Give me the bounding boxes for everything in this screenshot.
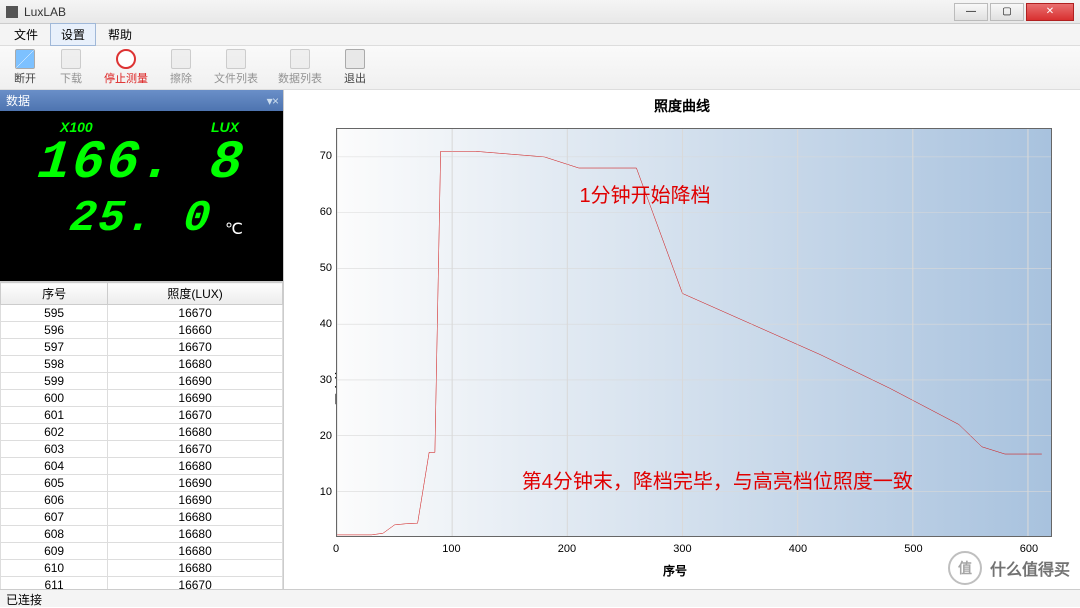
- table-row[interactable]: 61016680: [1, 560, 283, 577]
- panel-grip-icon[interactable]: ▾ ×: [267, 94, 277, 108]
- table-row[interactable]: 59816680: [1, 356, 283, 373]
- table-row[interactable]: 60816680: [1, 526, 283, 543]
- y-tick: 10: [308, 486, 332, 498]
- table-row[interactable]: 60016690: [1, 390, 283, 407]
- y-tick: 20: [308, 430, 332, 442]
- temp-value: 25. 0: [68, 197, 215, 241]
- table-row[interactable]: 60116670: [1, 407, 283, 424]
- title-bar: LuxLAB — ▢ ✕: [0, 0, 1080, 24]
- table-row[interactable]: 59516670: [1, 305, 283, 322]
- x-tick: 0: [333, 543, 339, 555]
- table-row[interactable]: 60616690: [1, 492, 283, 509]
- x-tick: 100: [442, 543, 460, 555]
- stop-measure-button[interactable]: 停止测量: [98, 47, 154, 88]
- watermark-icon: 值: [948, 551, 982, 585]
- x-tick: 500: [904, 543, 922, 555]
- app-icon: [6, 6, 18, 18]
- table-row[interactable]: 60216680: [1, 424, 283, 441]
- close-button[interactable]: ✕: [1026, 3, 1074, 21]
- main-area: 数据 ▾ × X100 LUX 166. 8 25. 0 ℃ 序号 照度(LUX…: [0, 90, 1080, 589]
- lux-value: 166. 8: [35, 137, 247, 191]
- table-row[interactable]: 60316670: [1, 441, 283, 458]
- x-axis-label: 序号: [663, 562, 687, 579]
- data-list-icon: [290, 49, 310, 69]
- download-icon: [61, 49, 81, 69]
- menu-file[interactable]: 文件: [4, 24, 48, 45]
- maximize-button[interactable]: ▢: [990, 3, 1024, 21]
- col-lux[interactable]: 照度(LUX): [108, 283, 283, 305]
- x-tick: 300: [673, 543, 691, 555]
- chart-title: 照度曲线: [284, 90, 1080, 118]
- watermark: 值 什么值得买: [948, 551, 1070, 585]
- chart-area[interactable]: 照度值(LUX) (10^3) 序号 1分钟开始降档 第4分钟末，降档完毕，与高…: [288, 122, 1062, 581]
- y-tick: 40: [308, 318, 332, 330]
- toolbar: 断开 下载 停止测量 擦除 文件列表 数据列表 退出: [0, 46, 1080, 90]
- download-button[interactable]: 下载: [52, 47, 90, 88]
- erase-button[interactable]: 擦除: [162, 47, 200, 88]
- table-row[interactable]: 59716670: [1, 339, 283, 356]
- y-tick: 50: [308, 262, 332, 274]
- watermark-text: 什么值得买: [990, 556, 1070, 580]
- annotation-2: 第4分钟末，降档完毕，与高亮档位照度一致: [522, 465, 913, 494]
- file-list-icon: [226, 49, 246, 69]
- plot-area[interactable]: 1分钟开始降档 第4分钟末，降档完毕，与高亮档位照度一致: [336, 128, 1052, 537]
- y-tick: 70: [308, 150, 332, 162]
- col-index[interactable]: 序号: [1, 283, 108, 305]
- disconnect-icon: [15, 49, 35, 69]
- x-tick: 400: [789, 543, 807, 555]
- annotation-1: 1分钟开始降档: [580, 179, 711, 208]
- chart-panel: 照度曲线 照度值(LUX) (10^3) 序号 1分钟开始降档 第4分钟末，降档…: [284, 90, 1080, 589]
- stop-icon: [116, 49, 136, 69]
- table-row[interactable]: 60416680: [1, 458, 283, 475]
- data-table[interactable]: 序号 照度(LUX) 59516670596166605971667059816…: [0, 281, 283, 589]
- connection-status: 已连接: [6, 593, 42, 607]
- exit-button[interactable]: 退出: [336, 47, 374, 88]
- menu-settings[interactable]: 设置: [50, 23, 96, 46]
- data-list-button[interactable]: 数据列表: [272, 47, 328, 88]
- temp-unit: ℃: [225, 219, 243, 239]
- menu-help[interactable]: 帮助: [98, 24, 142, 45]
- table-row[interactable]: 59616660: [1, 322, 283, 339]
- minimize-button[interactable]: —: [954, 3, 988, 21]
- window-title: LuxLAB: [24, 5, 954, 19]
- y-tick: 60: [308, 206, 332, 218]
- file-list-button[interactable]: 文件列表: [208, 47, 264, 88]
- window-buttons: — ▢ ✕: [954, 3, 1074, 21]
- table-row[interactable]: 60516690: [1, 475, 283, 492]
- table-row[interactable]: 60916680: [1, 543, 283, 560]
- table-row[interactable]: 59916690: [1, 373, 283, 390]
- exit-icon: [345, 49, 365, 69]
- y-tick: 30: [308, 374, 332, 386]
- table-row[interactable]: 61116670: [1, 577, 283, 590]
- erase-icon: [171, 49, 191, 69]
- left-panel: 数据 ▾ × X100 LUX 166. 8 25. 0 ℃ 序号 照度(LUX…: [0, 90, 284, 589]
- menu-bar: 文件 设置 帮助: [0, 24, 1080, 46]
- x-tick: 200: [558, 543, 576, 555]
- data-panel-header: 数据 ▾ ×: [0, 90, 283, 111]
- panel-title: 数据: [6, 92, 30, 109]
- disconnect-button[interactable]: 断开: [6, 47, 44, 88]
- lux-display: X100 LUX 166. 8 25. 0 ℃: [0, 111, 283, 281]
- table-row[interactable]: 60716680: [1, 509, 283, 526]
- status-bar: 已连接: [0, 589, 1080, 607]
